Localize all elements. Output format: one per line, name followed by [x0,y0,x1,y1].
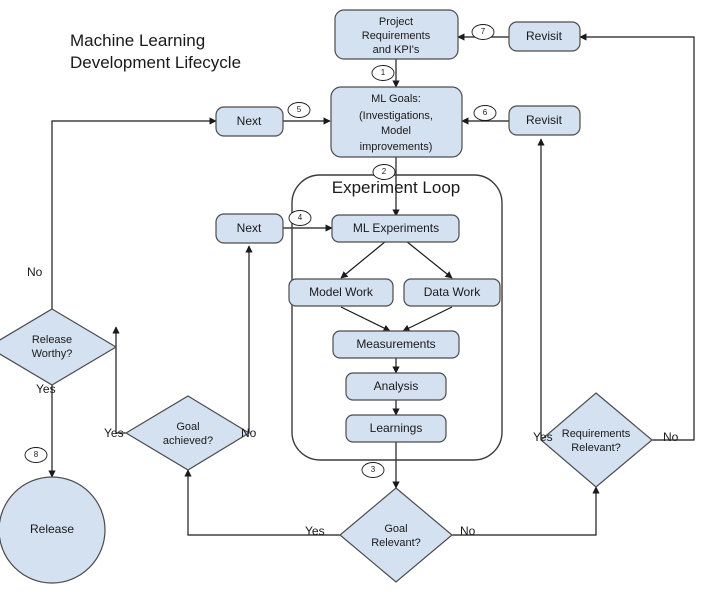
goal-achieved-line1: Goal [176,421,199,433]
step-marker-3: 3 [361,462,385,478]
ml-goals-line3: Model [381,125,411,137]
step-marker-3-label: 3 [371,465,376,474]
node-model-work[interactable]: Model Work [288,278,394,307]
flowchart-svg: Project Requirements and KPI's Revisit M… [0,9,695,584]
node-next-experiments[interactable]: Next [215,213,284,244]
flowchart-canvas: Project Requirements and KPI's Revisit M… [0,0,710,602]
model-work-label: Model Work [309,285,374,299]
node-requirements-relevant[interactable]: Requirements Relevant? [540,392,653,488]
step-marker-7-label: 7 [481,27,486,36]
data-work-label: Data Work [424,285,481,299]
goal-relevant-line1: Goal [384,523,407,535]
diagram-title-line1: Machine Learning [70,31,205,50]
measurements-label: Measurements [356,337,435,351]
edge-release-worthy-no-to-next [51,117,217,309]
edge-data-work-to-measurements [402,306,453,332]
step-marker-8: 8 [24,447,48,463]
ml-goals-line2: (Investigations, [359,110,433,122]
node-next-goals[interactable]: Next [215,106,284,137]
label-goal-achieved-no: No [241,426,257,440]
node-ml-goals[interactable]: ML Goals: (Investigations, Model improve… [330,86,463,158]
release-worthy-line1: Release [32,334,72,346]
experiment-loop-title: Experiment Loop [332,178,461,197]
edge-goal-achieved-yes-to-release-worthy [112,326,126,434]
node-release-worthy[interactable]: Release Worthy? [0,308,118,386]
node-revisit-mid[interactable]: Revisit [508,105,581,136]
node-revisit-top[interactable]: Revisit [508,21,581,52]
revisit-top-label: Revisit [526,29,563,43]
node-goal-achieved[interactable]: Goal achieved? [124,395,251,471]
goal-relevant-line2: Relevant? [371,537,421,549]
ml-goals-line4: improvements) [360,141,433,153]
step-marker-5-label: 5 [297,105,302,114]
diagram-title-line2: Development Lifecycle [70,53,241,72]
node-ml-experiments[interactable]: ML Experiments [331,214,460,243]
node-project-requirements[interactable]: Project Requirements and KPI's [334,9,459,60]
node-goal-relevant[interactable]: Goal Relevant? [339,487,453,583]
project-requirements-line1: Project [379,16,413,28]
edge-requirements-relevant-no-to-revisit-top [579,33,695,441]
label-requirements-relevant-yes: Yes [533,430,553,444]
label-goal-relevant-yes: Yes [305,524,325,538]
step-marker-4: 4 [288,210,312,226]
next-goals-label: Next [237,114,262,128]
step-marker-1-label: 1 [381,68,386,77]
edge-experiments-to-model-work [340,240,387,279]
step-marker-6: 6 [473,105,497,121]
step-marker-5: 5 [287,102,311,118]
analysis-label: Analysis [374,379,419,393]
goal-achieved-line2: achieved? [163,435,213,447]
label-requirements-relevant-no: No [663,430,679,444]
learnings-label: Learnings [370,421,423,435]
label-goal-achieved-yes: Yes [104,426,124,440]
edge-experiments-to-data-work [405,240,453,279]
label-release-worthy-no: No [27,265,43,279]
label-goal-relevant-no: No [460,524,476,538]
ml-goals-line1: ML Goals: [371,93,421,105]
node-release[interactable]: Release [0,476,106,584]
node-analysis[interactable]: Analysis [345,372,447,401]
step-marker-7: 7 [471,24,495,40]
next-experiments-label: Next [237,221,262,235]
node-measurements[interactable]: Measurements [332,330,460,359]
requirements-relevant-line2: Relevant? [571,442,621,454]
project-requirements-line3: and KPI's [373,44,420,56]
label-release-worthy-yes: Yes [36,382,56,396]
project-requirements-line2: Requirements [362,30,431,42]
step-marker-2-label: 2 [382,167,387,176]
step-marker-8-label: 8 [34,450,39,459]
revisit-mid-label: Revisit [526,113,563,127]
node-learnings[interactable]: Learnings [345,414,447,443]
node-data-work[interactable]: Data Work [403,278,501,307]
release-label: Release [30,522,74,536]
step-marker-1: 1 [371,65,395,81]
release-worthy-line2: Worthy? [32,348,73,360]
edge-model-work-to-measurements [340,306,391,332]
ml-experiments-label: ML Experiments [353,221,439,235]
step-marker-4-label: 4 [298,213,303,222]
step-marker-6-label: 6 [483,108,488,117]
requirements-relevant-line1: Requirements [562,428,631,440]
